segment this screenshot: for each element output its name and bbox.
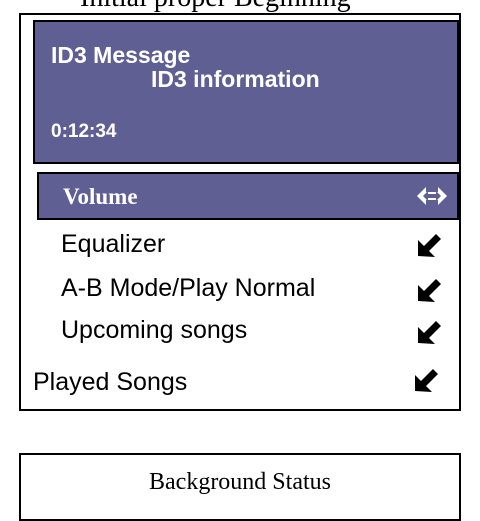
arrow-down-left-icon xyxy=(418,234,441,257)
arrow-down-left-icon xyxy=(418,279,441,302)
id3-info-box: ID3 Message ID3 information 0:12:34 xyxy=(33,20,459,164)
elapsed-time: 0:12:34 xyxy=(51,121,117,142)
menu-item-label: Upcoming songs xyxy=(61,316,248,344)
menu-item-label: Equalizer xyxy=(61,230,166,258)
background-status-label: Background Status xyxy=(149,469,331,495)
menu-item-upcoming-songs[interactable]: Upcoming songs xyxy=(21,313,461,347)
arrow-down-left-icon xyxy=(415,369,438,392)
menu-item-played-songs[interactable]: Played Songs xyxy=(21,365,461,399)
menu-item-label: A-B Mode/Play Normal xyxy=(61,274,316,302)
volume-label: Volume xyxy=(63,184,138,209)
background-status-bar: Background Status xyxy=(19,453,461,521)
top-caption-text: Initial proper Beginning xyxy=(80,0,351,14)
menu-item-equalizer[interactable]: Equalizer xyxy=(21,227,461,261)
arrow-down-left-icon xyxy=(418,321,441,344)
menu-item-label: Played Songs xyxy=(33,368,188,396)
menu-item-volume-selected[interactable]: Volume xyxy=(37,172,459,220)
menu-item-ab-mode[interactable]: A-B Mode/Play Normal xyxy=(21,271,461,305)
main-menu-panel: ID3 Message ID3 information 0:12:34 Volu… xyxy=(19,13,461,411)
id3-information-label: ID3 information xyxy=(151,66,320,92)
id3-message-label: ID3 Message xyxy=(51,42,191,68)
double-arrow-horizontal-icon xyxy=(417,187,447,205)
